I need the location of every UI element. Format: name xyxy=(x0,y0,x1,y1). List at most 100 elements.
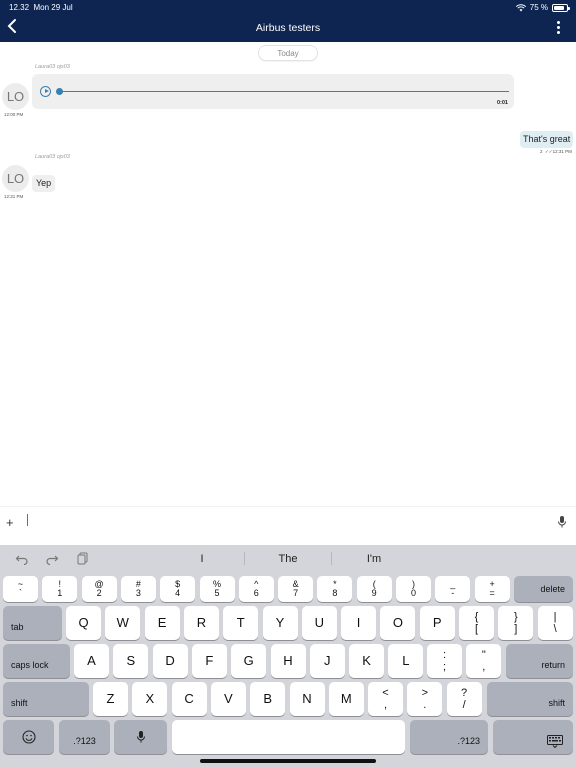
play-icon[interactable] xyxy=(40,86,51,97)
key-z[interactable]: Z xyxy=(93,682,128,716)
key-v[interactable]: V xyxy=(210,682,246,716)
shift-right-key[interactable]: shift xyxy=(487,682,573,716)
key-bracket-0[interactable]: {[ xyxy=(459,606,494,640)
home-indicator[interactable] xyxy=(200,759,376,763)
key-g[interactable]: G xyxy=(231,644,267,678)
key-symbol: - xyxy=(451,588,455,598)
key-num-9[interactable]: (9 xyxy=(356,576,392,602)
prediction-2[interactable]: The xyxy=(245,553,331,565)
key-n[interactable]: N xyxy=(289,682,325,716)
key-x[interactable]: X xyxy=(132,682,168,716)
battery-icon xyxy=(552,3,570,12)
avatar[interactable]: LO xyxy=(2,83,29,110)
key-num-7[interactable]: & 7 xyxy=(278,576,314,602)
key-f[interactable]: F xyxy=(191,644,227,678)
avatar[interactable]: LO xyxy=(2,165,29,192)
navigation-bar: 12.32 Mon 29 Jul 75 % Airbus testers xyxy=(0,0,576,42)
dictation-key[interactable] xyxy=(114,720,167,754)
key-num-5[interactable]: % 5 xyxy=(199,576,235,602)
key-num-3[interactable]: #3 xyxy=(120,576,156,602)
key-l[interactable]: L xyxy=(388,644,424,678)
key-symbol: 9 xyxy=(371,588,377,598)
key-i[interactable]: I xyxy=(341,606,377,640)
audio-progress-track[interactable] xyxy=(59,91,509,92)
key-label: .?123 xyxy=(457,736,480,746)
key-e[interactable]: E xyxy=(144,606,180,640)
prediction-3[interactable]: I'm xyxy=(332,553,416,565)
emoji-key[interactable] xyxy=(3,720,54,754)
message-time: 12:31 PM xyxy=(4,194,24,199)
key-d[interactable]: D xyxy=(152,644,188,678)
key-c[interactable]: C xyxy=(171,682,207,716)
return-key[interactable]: return xyxy=(506,644,573,678)
redo-icon[interactable] xyxy=(45,551,59,566)
hide-keyboard-key[interactable] xyxy=(493,720,573,754)
caps-lock-key[interactable]: caps lock xyxy=(3,644,70,678)
key-u[interactable]: U xyxy=(301,606,337,640)
status-indicators: 75 % xyxy=(515,3,570,12)
key-p[interactable]: P xyxy=(419,606,455,640)
key-symbol-2[interactable]: ? / xyxy=(446,682,482,716)
key-j[interactable]: J xyxy=(309,644,345,678)
key-bracket-2[interactable]: | \ xyxy=(537,606,573,640)
incoming-message-bubble[interactable]: Yep xyxy=(32,175,56,192)
key-bracket-1[interactable]: }] xyxy=(498,606,534,640)
key-s[interactable]: S xyxy=(113,644,149,678)
key-k[interactable]: K xyxy=(349,644,385,678)
tab-key[interactable]: tab xyxy=(3,606,62,640)
key-symbol-1[interactable]: >. xyxy=(407,682,443,716)
key-m[interactable]: M xyxy=(328,682,364,716)
key-symbol: ] xyxy=(514,623,518,635)
undo-icon[interactable] xyxy=(15,551,29,566)
key-punct-0[interactable]: :; xyxy=(427,644,462,678)
prediction-1[interactable]: I xyxy=(160,553,244,565)
key-num-12[interactable]: + = xyxy=(474,576,510,602)
double-check-icon: ✓✓ xyxy=(545,149,553,154)
key-symbol: ` xyxy=(19,588,22,598)
key-num-0[interactable]: ~ ` xyxy=(3,576,38,602)
key-num-1[interactable]: ! 1 xyxy=(42,576,78,602)
key-a[interactable]: A xyxy=(74,644,109,678)
key-symbol: , xyxy=(482,661,486,673)
message-sender: Laura03 ojs03 xyxy=(35,154,70,160)
key-num-8[interactable]: * 8 xyxy=(317,576,353,602)
space-bar-key[interactable] xyxy=(172,720,405,754)
keyboard-dismiss-icon xyxy=(547,735,563,748)
key-symbol-0[interactable]: <, xyxy=(368,682,403,716)
shift-left-key[interactable]: shift xyxy=(3,682,89,716)
delete-key[interactable]: delete xyxy=(514,576,573,602)
key-symbol: [ xyxy=(474,623,479,635)
message-input[interactable] xyxy=(27,513,547,537)
key-symbol: = xyxy=(489,588,495,598)
key-label: caps lock xyxy=(11,660,49,670)
key-num-2[interactable]: @2 xyxy=(81,576,117,602)
key-num-4[interactable]: $4 xyxy=(160,576,196,602)
key-symbol: / xyxy=(462,699,466,711)
numbers-key-right[interactable]: .?123 xyxy=(410,720,488,754)
more-options-button[interactable] xyxy=(554,20,562,36)
key-symbol: : xyxy=(442,649,447,661)
attach-plus-icon[interactable]: + xyxy=(6,515,14,530)
key-punct-1[interactable]: ", xyxy=(466,644,502,678)
key-b[interactable]: B xyxy=(250,682,286,716)
key-o[interactable]: O xyxy=(380,606,416,640)
clipboard-icon[interactable] xyxy=(76,551,90,565)
key-t[interactable]: T xyxy=(223,606,259,640)
key-num-11[interactable]: _ - xyxy=(435,576,471,602)
key-w[interactable]: W xyxy=(105,606,141,640)
key-num-10[interactable]: ) 0 xyxy=(396,576,431,602)
audio-progress-handle[interactable] xyxy=(56,88,63,95)
key-num-6[interactable]: ^ 6 xyxy=(238,576,274,602)
outgoing-message-bubble[interactable]: That's great xyxy=(520,131,574,148)
key-q[interactable]: Q xyxy=(66,606,101,640)
key-symbol: 3 xyxy=(135,588,141,598)
numbers-key-left[interactable]: .?123 xyxy=(59,720,110,754)
key-h[interactable]: H xyxy=(270,644,306,678)
status-clock: 12.32 xyxy=(9,3,30,12)
key-r[interactable]: R xyxy=(183,606,219,640)
key-y[interactable]: Y xyxy=(262,606,298,640)
key-label: return xyxy=(541,660,565,670)
battery-percent: 75 % xyxy=(529,3,548,12)
microphone-icon[interactable] xyxy=(557,515,567,529)
key-symbol: > xyxy=(421,687,429,699)
